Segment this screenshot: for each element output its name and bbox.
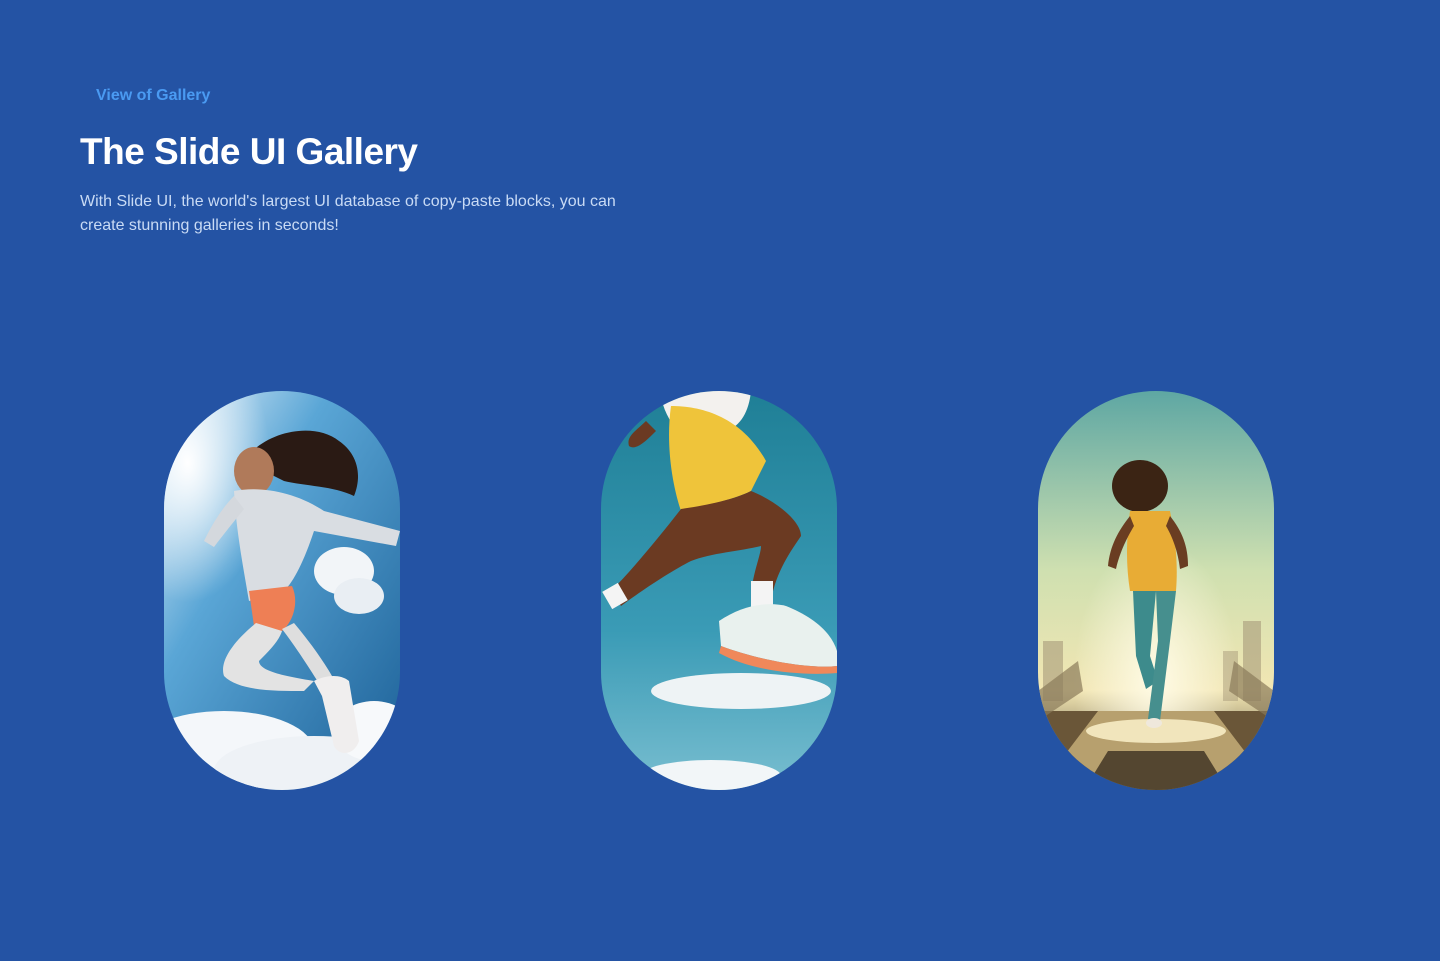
page-title: The Slide UI Gallery <box>80 131 418 172</box>
gallery-item-2[interactable] <box>601 391 837 790</box>
jumping-athlete-sky-image <box>164 391 400 790</box>
page-description: With Slide UI, the world's largest UI da… <box>80 193 616 234</box>
gallery-header: View of Gallery The Slide UI Gallery Wit… <box>80 84 640 238</box>
running-woman-sunset-image <box>1038 391 1274 790</box>
gallery <box>0 391 1440 790</box>
gallery-item-3[interactable] <box>1038 391 1274 790</box>
view-gallery-link[interactable]: View of Gallery <box>96 84 210 108</box>
gallery-item-1[interactable] <box>164 391 400 790</box>
leaping-runner-legs-image <box>601 391 837 790</box>
